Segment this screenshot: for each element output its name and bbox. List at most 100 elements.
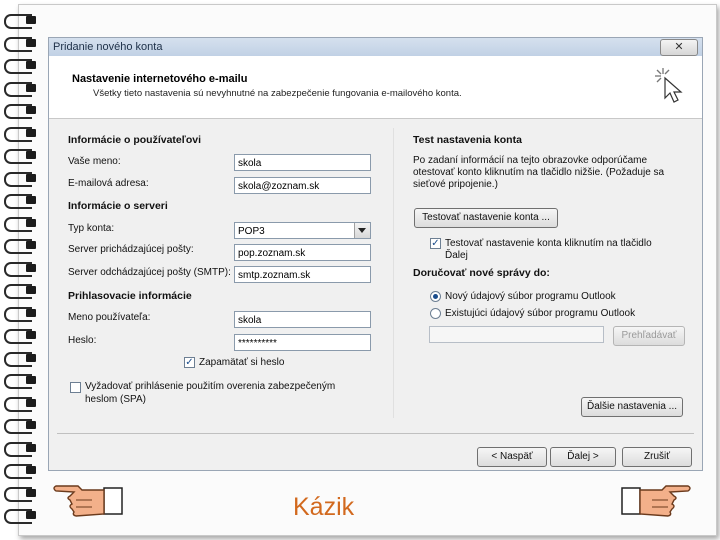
slide-caption: Kázik [293, 493, 355, 521]
binding-ring [4, 396, 38, 412]
binding-ring [4, 419, 38, 434]
close-button[interactable]: ✕ [660, 39, 698, 56]
test-description-line2: otestovať konto kliknutím na tlačidlo ni… [413, 167, 665, 178]
test-settings-title: Test nastavenia konta [413, 134, 522, 146]
dropdown-arrow-icon [354, 223, 370, 238]
test-description-line3: sieťové pripojenie.) [413, 179, 498, 190]
data-file-path-field[interactable] [429, 326, 604, 343]
ring-hole [26, 263, 36, 272]
ring-hole [26, 511, 36, 519]
binding-ring [4, 149, 38, 164]
name-label: Vaše meno: [68, 156, 121, 167]
browse-button[interactable]: Prehľadávať [613, 326, 685, 346]
ring-hole [26, 376, 36, 384]
test-on-next-label-line2: Ďalej [445, 250, 468, 261]
binding-ring [4, 194, 38, 209]
ring-hole [26, 38, 36, 47]
password-label: Heslo: [68, 335, 97, 346]
title-bar: Pridanie nového konta ✕ [49, 38, 702, 56]
next-button[interactable]: Ďalej > [550, 447, 616, 467]
user-info-title: Informácie o používateľovi [68, 134, 201, 146]
server-info-title: Informácie o serveri [68, 200, 168, 212]
ring-hole [26, 61, 36, 69]
close-icon: ✕ [674, 41, 684, 53]
test-description-line1: Po zadaní informácií na tejto obrazovke … [413, 155, 648, 166]
password-field[interactable]: ********** [234, 334, 371, 351]
ring-hole [26, 421, 36, 429]
add-account-dialog: Pridanie nového konta ✕ Nastavenie inter… [48, 37, 703, 471]
binding-ring [4, 104, 38, 119]
binding-ring [4, 306, 38, 322]
username-label: Meno používateľa: [68, 312, 151, 323]
binding-ring [4, 486, 38, 502]
binding-ring [4, 284, 38, 299]
back-button[interactable]: < Naspäť [477, 447, 547, 467]
binding-ring [4, 126, 38, 142]
binding-ring [4, 59, 38, 74]
cancel-button[interactable]: Zrušiť [622, 447, 692, 467]
binding-ring [4, 464, 38, 479]
pointing-hand-icon [621, 485, 691, 517]
dialog-header: Nastavenie internetového e-mailu Všetky … [49, 56, 702, 119]
account-type-select[interactable]: POP3 [234, 222, 371, 239]
binding-ring [4, 351, 38, 367]
page-subheading: Všetky tieto nastavenia sú nevyhnutné na… [93, 88, 462, 99]
ring-hole [26, 218, 36, 227]
binding-ring [4, 441, 38, 457]
binding-ring [4, 261, 38, 277]
email-field[interactable]: skola@zoznam.sk [234, 177, 371, 194]
incoming-server-field[interactable]: pop.zoznam.sk [234, 244, 371, 261]
spa-label-line1: Vyžadovať prihlásenie použitím overenia … [85, 381, 336, 392]
login-info-title: Prihlasovacie informácie [68, 290, 192, 302]
ring-hole [26, 331, 36, 339]
ring-hole [26, 106, 36, 114]
spa-label-line2: heslom (SPA) [85, 394, 146, 405]
ring-hole [26, 241, 36, 249]
window-title: Pridanie nového konta [53, 41, 163, 53]
ring-hole [26, 488, 36, 497]
ring-hole [26, 151, 36, 159]
username-field[interactable]: skola [234, 311, 371, 328]
binding-ring [4, 36, 38, 52]
test-settings-button[interactable]: Testovať nastavenie konta ... [414, 208, 558, 228]
ring-hole [26, 466, 36, 474]
ring-hole [26, 128, 36, 137]
new-data-file-radio[interactable] [430, 291, 441, 302]
binding-ring [4, 374, 38, 389]
page-heading: Nastavenie internetového e-mailu [72, 73, 248, 85]
pointing-hand-icon [53, 485, 123, 517]
outgoing-server-field[interactable]: smtp.zoznam.sk [234, 266, 371, 283]
spa-checkbox[interactable] [70, 382, 81, 393]
new-data-file-label: Nový údajový súbor programu Outlook [445, 291, 616, 302]
existing-data-file-label: Existujúci údajový súbor programu Outloo… [445, 308, 636, 319]
ring-hole [26, 83, 36, 92]
ring-hole [26, 308, 36, 317]
more-settings-button[interactable]: Ďalšie nastavenia ... [581, 397, 683, 417]
ring-hole [26, 353, 36, 362]
binding-ring [4, 329, 38, 344]
incoming-server-label: Server prichádzajúcej pošty: [68, 244, 194, 255]
remember-password-checkbox[interactable]: ✓ [184, 357, 195, 368]
footer-divider [57, 433, 694, 434]
binding-ring [4, 81, 38, 97]
ring-hole [26, 443, 36, 452]
ring-hole [26, 286, 36, 294]
cursor-click-icon [655, 68, 683, 103]
ring-hole [26, 398, 36, 407]
delivery-title: Doručovať nové správy do: [413, 267, 550, 279]
remember-password-label: Zapamätať si heslo [199, 357, 285, 368]
account-type-label: Typ konta: [68, 223, 115, 234]
binding-ring [4, 171, 38, 187]
test-on-next-label-line1: Testovať nastavenie konta kliknutím na t… [445, 238, 652, 249]
existing-data-file-radio[interactable] [430, 308, 441, 319]
account-type-value: POP3 [238, 226, 265, 237]
ring-hole [26, 16, 36, 24]
name-field[interactable]: skola [234, 154, 371, 171]
binding-ring [4, 216, 38, 232]
email-label: E-mailová adresa: [68, 178, 149, 189]
ring-hole [26, 196, 36, 204]
ring-hole [26, 173, 36, 182]
column-divider [393, 128, 394, 418]
test-on-next-checkbox[interactable]: ✓ [430, 238, 441, 249]
outgoing-server-label: Server odchádzajúcej pošty (SMTP): [68, 267, 231, 278]
